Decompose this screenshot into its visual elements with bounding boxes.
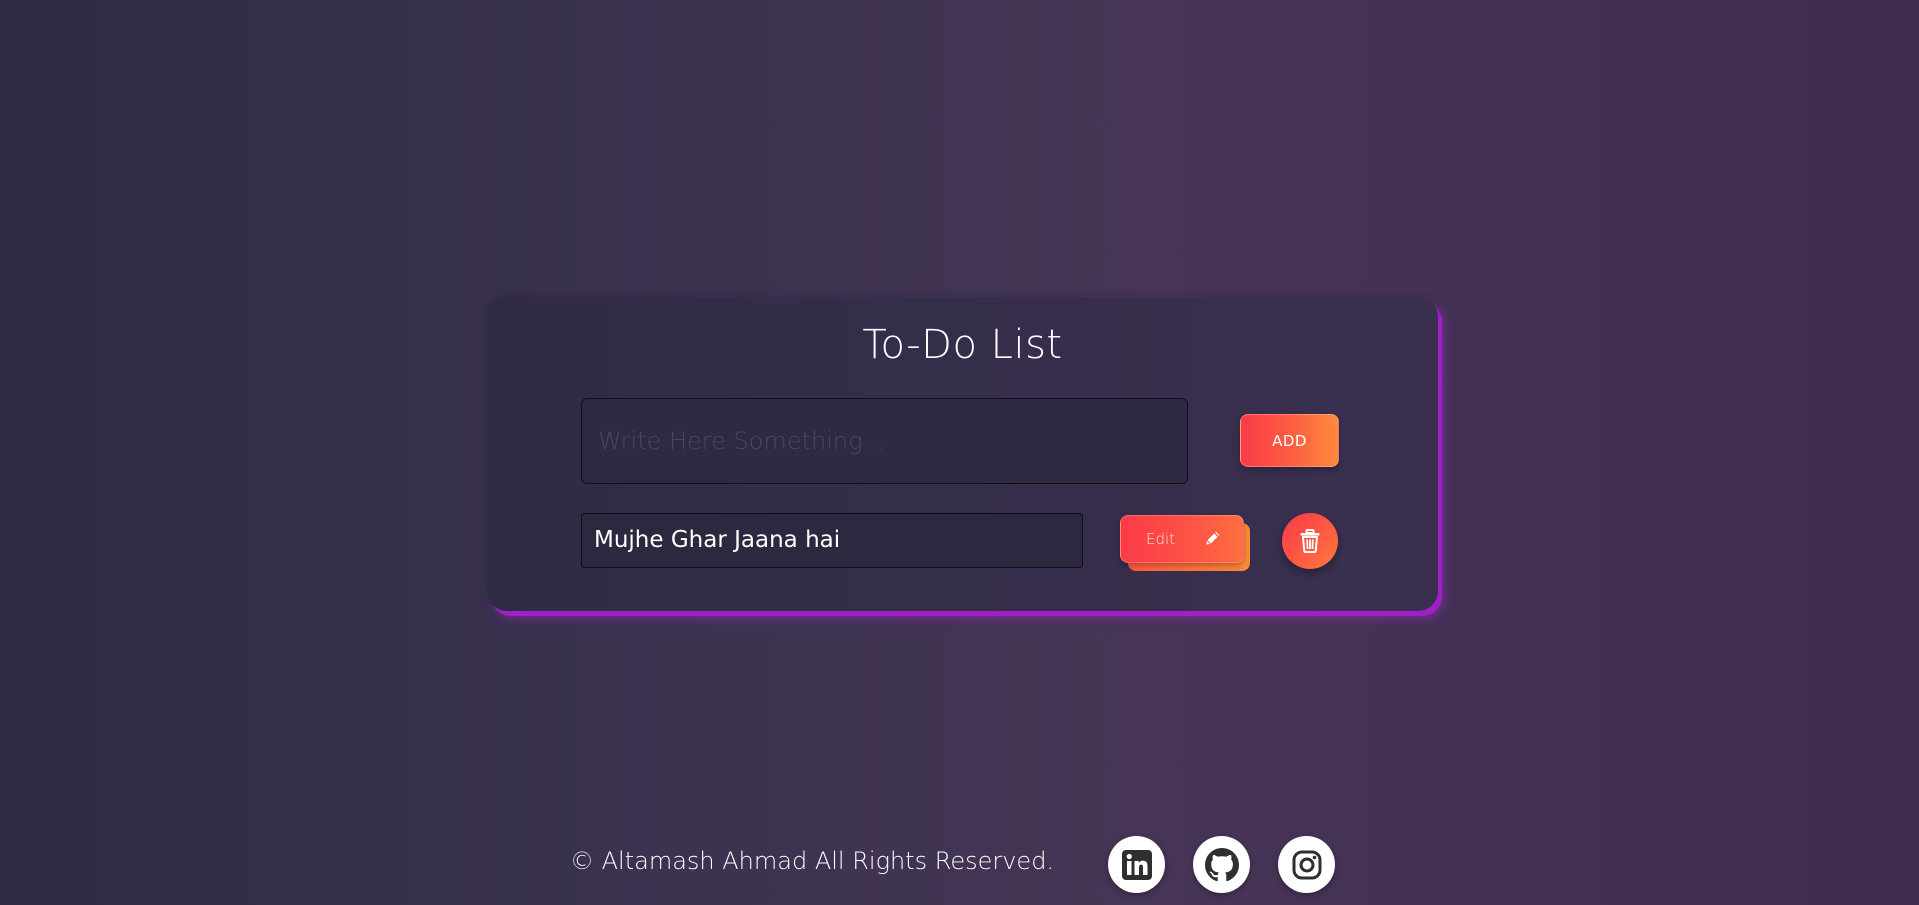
github-icon: [1204, 847, 1239, 881]
linkedin-icon: [1121, 849, 1152, 880]
new-task-input[interactable]: [581, 398, 1188, 484]
pencil-icon: [1206, 531, 1220, 545]
todo-card: To-Do List ADD Mujhe Ghar Jaana hai Edit: [487, 297, 1438, 611]
page-title: To-Do List: [862, 322, 1063, 368]
todo-item-text: Mujhe Ghar Jaana hai: [581, 513, 1083, 568]
add-button[interactable]: ADD: [1240, 414, 1339, 467]
instagram-link[interactable]: [1278, 836, 1335, 893]
instagram-icon: [1292, 850, 1321, 879]
edit-button-label: Edit: [1146, 530, 1176, 548]
github-link[interactable]: [1193, 836, 1250, 893]
trash-icon: [1300, 529, 1320, 553]
footer-copyright: © Altamash Ahmad All Rights Reserved.: [570, 847, 1055, 875]
linkedin-link[interactable]: [1108, 836, 1165, 893]
todo-item-edit: Edit: [1120, 515, 1250, 571]
delete-button[interactable]: [1282, 513, 1338, 569]
edit-button[interactable]: Edit: [1120, 515, 1244, 563]
